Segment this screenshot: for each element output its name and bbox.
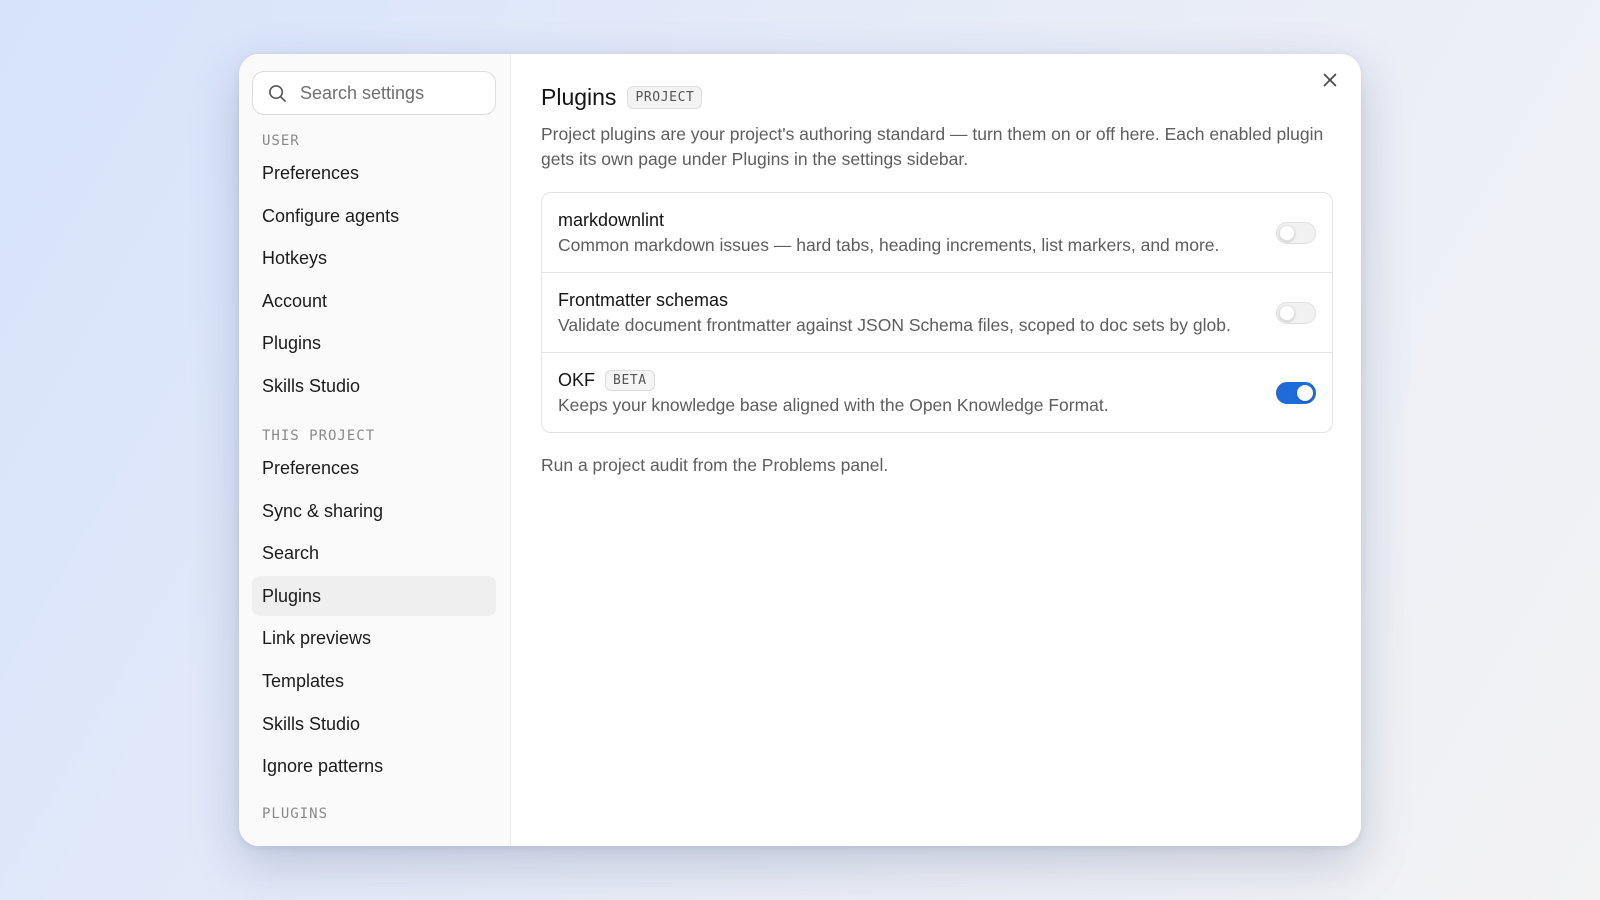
toggle-knob (1297, 384, 1313, 401)
beta-badge: BETA (605, 369, 655, 391)
plugin-name-label: Frontmatter schemas (558, 289, 729, 310)
project-nav: Preferences Sync & sharing Search Plugin… (252, 448, 496, 786)
page-title: Plugins (541, 83, 617, 110)
sidebar-item-configure-agents[interactable]: Configure agents (252, 196, 496, 236)
section-label-user: USER (262, 133, 300, 149)
plugin-row-frontmatter-schemas: Frontmatter schemas Validate document fr… (542, 273, 1332, 353)
plugin-row-okf: OKF BETA Keeps your knowledge base align… (542, 353, 1332, 432)
settings-sidebar: USER Preferences Configure agents Hotkey… (239, 54, 511, 846)
plugin-text: OKF BETA Keeps your knowledge base align… (558, 367, 1258, 418)
sidebar-item-project-preferences[interactable]: Preferences (252, 448, 496, 488)
scope-badge: PROJECT (627, 85, 703, 109)
section-label-plugins: PLUGINS (262, 806, 329, 823)
sidebar-item-templates[interactable]: Templates (252, 661, 496, 701)
sidebar-item-user-skills-studio[interactable]: Skills Studio (252, 366, 496, 406)
close-button[interactable] (1319, 69, 1341, 91)
plugin-description: Common markdown issues — hard tabs, head… (558, 235, 1220, 255)
plugin-description: Keeps your knowledge base aligned with t… (558, 395, 1109, 415)
sidebar-item-project-plugins[interactable]: Plugins (252, 575, 496, 616)
toggle-knob (1279, 224, 1295, 241)
settings-content: Plugins PROJECT Project plugins are your… (511, 54, 1361, 846)
sidebar-item-link-previews[interactable]: Link previews (252, 618, 496, 658)
user-nav: Preferences Configure agents Hotkeys Acc… (252, 153, 496, 406)
frontmatter-schemas-toggle[interactable] (1276, 301, 1316, 324)
sidebar-item-user-plugins[interactable]: Plugins (252, 323, 496, 363)
plugin-name: markdownlint (558, 207, 1258, 233)
page-header: Plugins PROJECT (541, 84, 1333, 110)
plugin-text: Frontmatter schemas Validate document fr… (558, 287, 1258, 338)
toggle-knob (1279, 304, 1295, 321)
plugin-list: markdownlint Common markdown issues — ha… (541, 192, 1333, 433)
plugin-name-label: markdownlint (558, 209, 665, 230)
sidebar-item-search[interactable]: Search (252, 533, 496, 573)
sidebar-item-ignore-patterns[interactable]: Ignore patterns (252, 746, 496, 786)
plugin-description: Validate document frontmatter against JS… (558, 315, 1231, 335)
settings-dialog: USER Preferences Configure agents Hotkey… (239, 54, 1361, 846)
close-icon (1323, 73, 1337, 87)
sidebar-item-project-skills-studio[interactable]: Skills Studio (252, 704, 496, 744)
okf-toggle[interactable] (1276, 381, 1316, 404)
search-input[interactable] (298, 81, 482, 105)
audit-hint: Run a project audit from the Problems pa… (541, 455, 889, 475)
plugin-name: Frontmatter schemas (558, 287, 1258, 313)
plugin-row-markdownlint: markdownlint Common markdown issues — ha… (542, 193, 1332, 273)
sidebar-item-sync-sharing[interactable]: Sync & sharing (252, 491, 496, 531)
section-label-this-project: THIS PROJECT (262, 427, 376, 444)
plugin-text: markdownlint Common markdown issues — ha… (558, 207, 1258, 258)
search-icon (269, 84, 286, 102)
plugin-name-label: OKF (558, 369, 596, 390)
sidebar-item-hotkeys[interactable]: Hotkeys (252, 238, 496, 278)
sidebar-item-account[interactable]: Account (252, 281, 496, 321)
markdownlint-toggle[interactable] (1276, 221, 1316, 244)
search-box[interactable] (252, 71, 496, 115)
sidebar-item-user-preferences[interactable]: Preferences (252, 153, 496, 193)
page-description: Project plugins are your project's autho… (541, 124, 1324, 169)
plugin-name: OKF BETA (558, 367, 1258, 393)
